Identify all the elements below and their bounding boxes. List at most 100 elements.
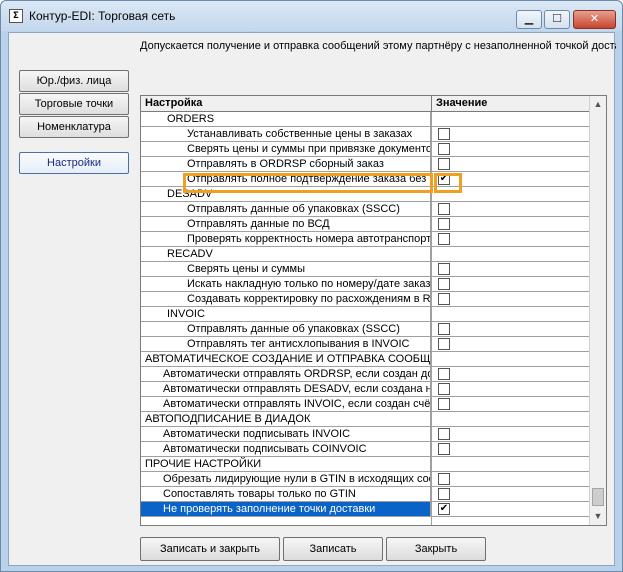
setting-row[interactable]: Автоматически подписывать INVOIC — [141, 427, 591, 442]
setting-value-cell[interactable] — [432, 262, 591, 276]
checkbox-unchecked[interactable] — [438, 473, 450, 485]
setting-value-cell[interactable] — [432, 292, 591, 306]
setting-value-cell[interactable] — [432, 442, 591, 456]
setting-row[interactable]: Проверять корректность номера автотрансп… — [141, 232, 591, 247]
checkbox-unchecked[interactable] — [438, 233, 450, 245]
setting-name-cell[interactable]: Отправлять данные по ВСД — [141, 217, 431, 231]
setting-value-cell[interactable] — [432, 352, 591, 366]
setting-name-cell[interactable]: Обрезать лидирующие нули в GTIN в исходя… — [141, 472, 431, 486]
title-bar[interactable]: Σ Контур-EDI: Торговая сеть ▁ ☐ ✕ — [1, 1, 622, 31]
setting-name-cell[interactable]: Сверять цены и суммы — [141, 262, 431, 276]
setting-row[interactable]: Обрезать лидирующие нули в GTIN в исходя… — [141, 472, 591, 487]
section-row[interactable]: INVOIC — [141, 307, 591, 322]
setting-value-cell[interactable]: ✔ — [432, 172, 591, 186]
setting-row[interactable]: Отправлять данные об упаковках (SSCC) — [141, 202, 591, 217]
setting-name-cell[interactable]: Создавать корректировку по расхождениям … — [141, 292, 431, 306]
checkbox-unchecked[interactable] — [438, 338, 450, 350]
setting-name-cell[interactable]: RECADV — [141, 247, 431, 261]
setting-name-cell[interactable]: АВТОПОДПИСАНИЕ В ДИАДОК — [141, 412, 431, 426]
setting-row[interactable]: Не проверять заполнение точки доставки ✔ — [141, 502, 591, 517]
setting-name-cell[interactable]: Устанавливать собственные цены в заказах — [141, 127, 431, 141]
setting-value-cell[interactable] — [432, 217, 591, 231]
section-row[interactable]: ORDERS — [141, 112, 591, 127]
setting-value-cell[interactable]: ✔ — [432, 502, 591, 516]
checkbox-unchecked[interactable] — [438, 398, 450, 410]
setting-row[interactable]: Отправлять полное подтверждение заказа б… — [141, 172, 591, 187]
setting-value-cell[interactable] — [432, 232, 591, 246]
setting-name-cell[interactable]: Автоматически отправлять ORDRSP, если со… — [141, 367, 431, 381]
checkbox-unchecked[interactable] — [438, 218, 450, 230]
setting-name-cell[interactable]: DESADV — [141, 187, 431, 201]
checkbox-unchecked[interactable] — [438, 263, 450, 275]
setting-name-cell[interactable]: Отправлять данные об упаковках (SSCC) — [141, 202, 431, 216]
setting-row[interactable]: Сопоставлять товары только по GTIN — [141, 487, 591, 502]
setting-name-cell[interactable]: Автоматически отправлять DESADV, если со… — [141, 382, 431, 396]
setting-value-cell[interactable] — [432, 202, 591, 216]
setting-name-cell[interactable]: Автоматически подписывать INVOIC — [141, 427, 431, 441]
setting-value-cell[interactable] — [432, 157, 591, 171]
setting-row[interactable]: Автоматически отправлять ORDRSP, если со… — [141, 367, 591, 382]
checkbox-unchecked[interactable] — [438, 278, 450, 290]
setting-name-cell[interactable]: Искать накладную только по номеру/дате з… — [141, 277, 431, 291]
setting-value-cell[interactable] — [432, 142, 591, 156]
setting-row[interactable]: Сверять цены и суммы при привязке докуме… — [141, 142, 591, 157]
setting-name-cell[interactable]: Проверять корректность номера автотрансп… — [141, 232, 431, 246]
setting-name-cell[interactable]: АВТОМАТИЧЕСКОЕ СОЗДАНИЕ И ОТПРАВКА СООБЩ… — [141, 352, 431, 366]
setting-name-cell[interactable]: ORDERS — [141, 112, 431, 126]
nav-button-trade-points[interactable]: Торговые точки — [19, 93, 129, 115]
setting-value-cell[interactable] — [432, 367, 591, 381]
checkbox-unchecked[interactable] — [438, 488, 450, 500]
setting-name-cell[interactable]: Сопоставлять товары только по GTIN — [141, 487, 431, 501]
checkbox-unchecked[interactable] — [438, 428, 450, 440]
setting-value-cell[interactable] — [432, 112, 591, 126]
setting-value-cell[interactable] — [432, 382, 591, 396]
setting-name-cell[interactable]: Отправлять данные об упаковках (SSCC) — [141, 322, 431, 336]
scroll-thumb[interactable] — [592, 488, 604, 506]
setting-value-cell[interactable] — [432, 412, 591, 426]
setting-row[interactable]: Автоматически отправлять DESADV, если со… — [141, 382, 591, 397]
save-and-close-button[interactable]: Записать и закрыть — [140, 537, 280, 561]
setting-value-cell[interactable] — [432, 457, 591, 471]
checkbox-unchecked[interactable] — [438, 203, 450, 215]
setting-name-cell[interactable]: Автоматически подписывать COINVOIC — [141, 442, 431, 456]
setting-row[interactable]: Отправлять данные по ВСД — [141, 217, 591, 232]
setting-name-cell[interactable]: Не проверять заполнение точки доставки — [141, 502, 431, 516]
setting-name-cell[interactable]: Сверять цены и суммы при привязке докуме… — [141, 142, 431, 156]
column-header-setting[interactable]: Настройка — [145, 97, 202, 109]
setting-name-cell[interactable]: Отправлять тег антисхлопывания в INVOIC — [141, 337, 431, 351]
setting-value-cell[interactable] — [432, 307, 591, 321]
minimize-button[interactable]: ▁ — [516, 10, 542, 29]
setting-value-cell[interactable] — [432, 337, 591, 351]
scroll-up-arrow-icon[interactable]: ▲ — [590, 96, 606, 113]
checkbox-unchecked[interactable] — [438, 293, 450, 305]
checkbox-unchecked[interactable] — [438, 143, 450, 155]
maximize-button[interactable]: ☐ — [544, 10, 570, 29]
setting-value-cell[interactable] — [432, 187, 591, 201]
section-row[interactable]: АВТОПОДПИСАНИЕ В ДИАДОК — [141, 412, 591, 427]
setting-value-cell[interactable] — [432, 397, 591, 411]
checkbox-checked[interactable]: ✔ — [438, 503, 450, 515]
app-window-icon[interactable]: Σ — [9, 9, 23, 23]
nav-button-legal-entities[interactable]: Юр./физ. лица — [19, 70, 129, 92]
setting-name-cell[interactable]: ПРОЧИЕ НАСТРОЙКИ — [141, 457, 431, 471]
checkbox-checked[interactable]: ✔ — [438, 173, 450, 185]
checkbox-unchecked[interactable] — [438, 368, 450, 380]
setting-value-cell[interactable] — [432, 472, 591, 486]
setting-value-cell[interactable] — [432, 127, 591, 141]
checkbox-unchecked[interactable] — [438, 323, 450, 335]
section-row[interactable]: ПРОЧИЕ НАСТРОЙКИ — [141, 457, 591, 472]
nav-button-nomenclature[interactable]: Номенклатура — [19, 116, 129, 138]
setting-row[interactable]: Устанавливать собственные цены в заказах — [141, 127, 591, 142]
checkbox-unchecked[interactable] — [438, 158, 450, 170]
setting-row[interactable]: Автоматически подписывать COINVOIC — [141, 442, 591, 457]
scroll-down-arrow-icon[interactable]: ▼ — [590, 508, 606, 525]
section-row[interactable]: АВТОМАТИЧЕСКОЕ СОЗДАНИЕ И ОТПРАВКА СООБЩ… — [141, 352, 591, 367]
checkbox-unchecked[interactable] — [438, 128, 450, 140]
setting-value-cell[interactable] — [432, 427, 591, 441]
setting-row[interactable]: Искать накладную только по номеру/дате з… — [141, 277, 591, 292]
setting-row[interactable]: Автоматически отправлять INVOIC, если со… — [141, 397, 591, 412]
setting-row[interactable]: Отправлять данные об упаковках (SSCC) — [141, 322, 591, 337]
setting-value-cell[interactable] — [432, 487, 591, 501]
setting-value-cell[interactable] — [432, 247, 591, 261]
setting-value-cell[interactable] — [432, 277, 591, 291]
